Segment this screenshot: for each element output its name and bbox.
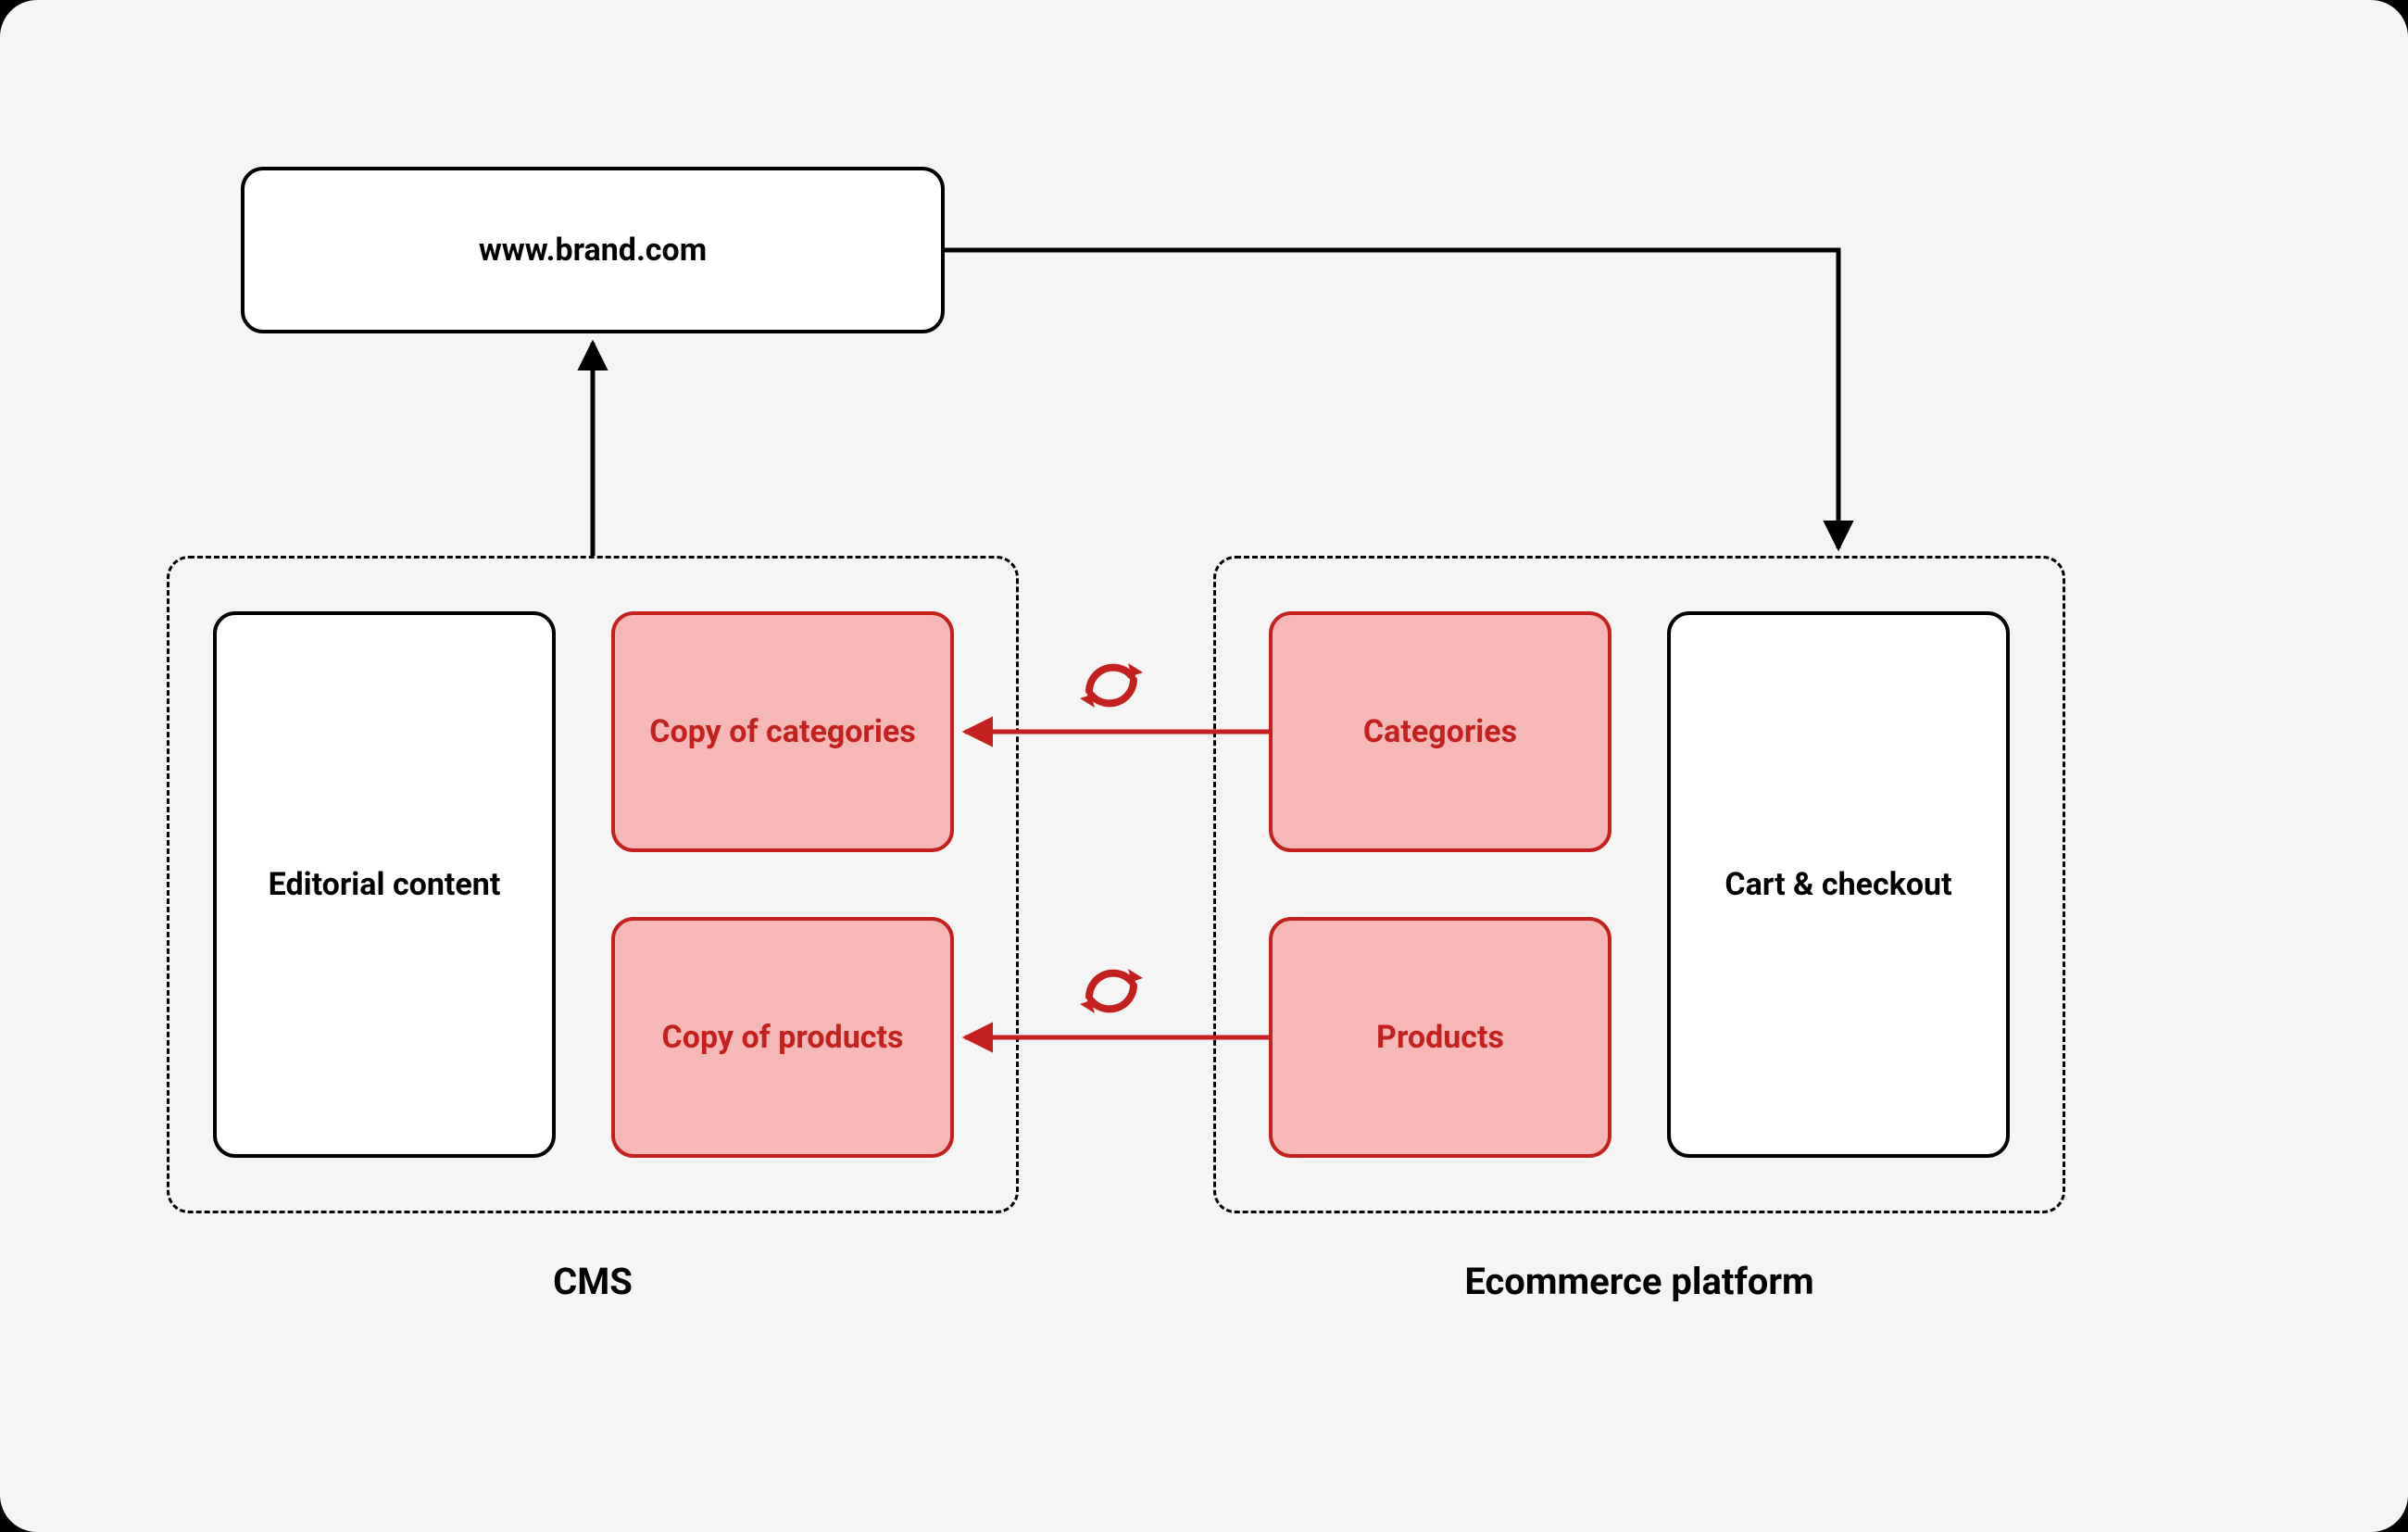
group-cms-label: CMS	[167, 1260, 1019, 1303]
arrow-website-to-ecommerce	[945, 250, 1838, 548]
node-products: Products	[1269, 917, 1612, 1158]
node-copy-of-products: Copy of products	[611, 917, 954, 1158]
node-cart-checkout: Cart & checkout	[1667, 611, 2010, 1158]
sync-icon	[1080, 969, 1143, 1013]
sync-icon	[1080, 663, 1143, 708]
node-categories: Categories	[1269, 611, 1612, 852]
node-editorial-content: Editorial content	[213, 611, 556, 1158]
node-copy-of-categories: Copy of categories	[611, 611, 954, 852]
node-website: www.brand.com	[241, 167, 945, 333]
diagram-canvas: CMS Ecommerce platform www.brand.com Edi…	[0, 0, 2408, 1532]
group-ecommerce-label: Ecommerce platform	[1213, 1260, 2065, 1303]
